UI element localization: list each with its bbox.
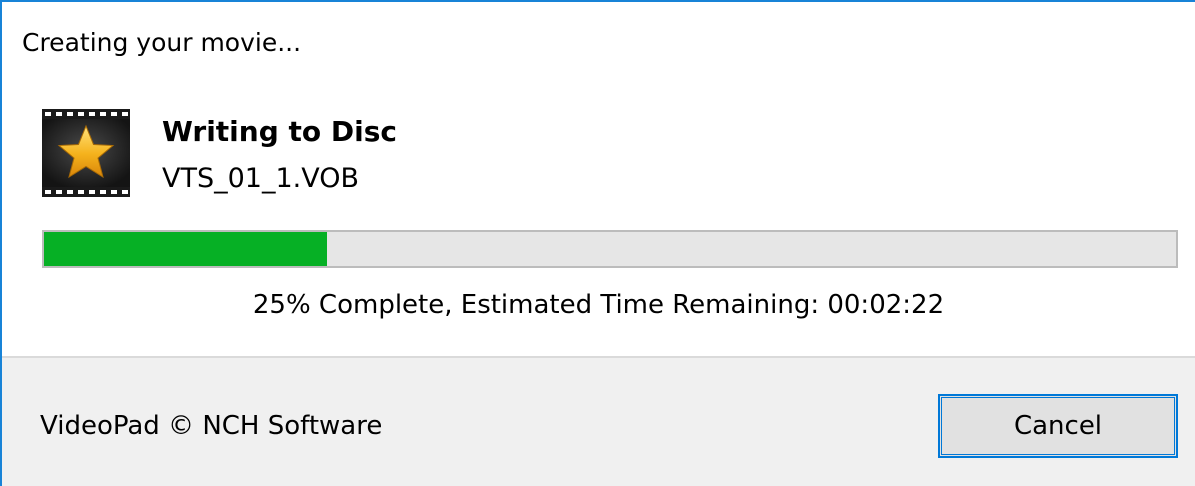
copyright-label: VideoPad © NCH Software (40, 411, 383, 441)
progress-status-text: 25% Complete, Estimated Time Remaining: … (252, 290, 945, 320)
progress-bar (42, 230, 1178, 268)
videopad-film-star-icon (42, 109, 130, 197)
dialog-footer: VideoPad © NCH Software Cancel (2, 356, 1195, 486)
operation-title: Writing to Disc (162, 115, 397, 148)
progress-bar-fill (44, 232, 327, 266)
progress-dialog: Creating your movie... Writing to Disc V… (0, 0, 1195, 486)
dialog-title: Creating your movie... (22, 28, 302, 57)
cancel-button[interactable]: Cancel (938, 394, 1178, 458)
operation-filename: VTS_01_1.VOB (162, 163, 359, 194)
